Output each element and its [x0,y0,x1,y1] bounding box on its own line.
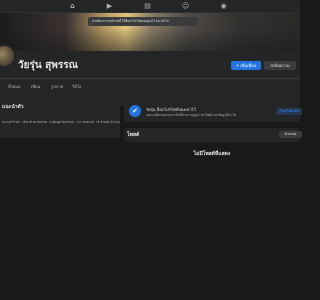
profile-tabs: ทั้งหมด เพื่อน รูปภาพ วิดีโอ [0,82,300,92]
tab-photos[interactable]: รูปภาพ [51,82,63,92]
message-button[interactable]: ส่งข้อความ [264,61,296,70]
tab-videos[interactable]: วิดีโอ [72,82,81,92]
tab-all[interactable]: ทั้งหมด [8,82,20,92]
intro-card: แนะนำตัว ทำงานที่ ร้านค้า · ศึกษาที่ มหา… [0,100,120,138]
intro-title: แนะนำตัว [2,104,24,110]
posts-header: โพสต์ ตัวกรอง [124,128,302,142]
intro-details: ทำงานที่ ร้านค้า · ศึกษาที่ มหาวิทยาลัย … [2,120,121,124]
no-posts-message: ไม่มีโพสต์ที่แสดง [193,151,231,157]
filter-button[interactable]: ตัวกรอง [279,131,302,138]
lock-notice-title: วัยรุ่น ล็อกโปรไฟล์ของเขาไว้ [146,107,196,112]
gaming-icon[interactable]: ◉ [219,2,228,11]
groups-icon[interactable]: ☺ [181,2,190,11]
learn-more-button[interactable]: เรียนรู้เพิ่มเติม [276,108,302,115]
posts-title: โพสต์ [127,132,140,138]
shield-icon: ✔ [129,105,141,117]
marketplace-icon[interactable]: ▤ [143,2,152,11]
lock-notice-description: เฉพาะเพื่อนของเขาเท่านั้นที่สามารถดูรูปภ… [146,113,236,117]
header-divider [0,78,300,79]
video-icon[interactable]: ▶ [105,2,114,11]
home-icon[interactable]: ⌂ [68,2,77,11]
add-friend-button[interactable]: + เพิ่มเพื่อน [231,61,261,70]
locked-profile-notice: ✔ วัยรุ่น ล็อกโปรไฟล์ของเขาไว้ เฉพาะเพื่… [124,100,302,122]
top-navigation-bar: ⌂ ▶ ▤ ☺ ◉ [0,0,300,13]
cover-tooltip: หากต้องการแชร์ภาพนี้ ให้ล็อกโปรไฟล์ของคุ… [88,17,198,26]
profile-name: วัยรุ่น สุพรรณ [18,60,78,71]
tab-friends[interactable]: เพื่อน [31,82,40,92]
